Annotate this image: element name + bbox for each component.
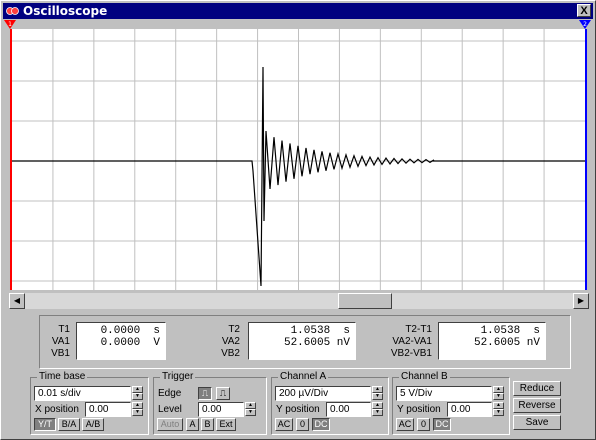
t1-label: T1	[58, 324, 70, 335]
va2-label: VA2	[221, 336, 240, 347]
edge-rising-button[interactable]: ⎍	[198, 387, 212, 400]
channel-b-ypos-label: Y position	[397, 404, 441, 415]
horizontal-scrollbar[interactable]: ◀ ▶	[9, 293, 589, 309]
scroll-left-button[interactable]: ◀	[9, 293, 25, 309]
va2-value: 52.6005 nV	[283, 337, 350, 349]
close-icon: X	[580, 5, 588, 17]
oscilloscope-window: Oscilloscope X 1 2 ◀ ▶ T1 VA1 VB1 0.0000…	[0, 0, 596, 440]
close-button[interactable]: X	[577, 4, 591, 17]
cursor-t1-label: 1	[8, 21, 12, 28]
t1-value: 0.0000 s	[100, 325, 160, 337]
timebase-xpos-field[interactable]: 0.00	[85, 402, 131, 417]
spin-down-icon[interactable]: ▼	[245, 409, 256, 416]
va2-va1-value: 52.6005 nV	[473, 337, 540, 349]
spin-down-icon[interactable]: ▼	[132, 393, 143, 400]
scroll-thumb[interactable]	[338, 293, 392, 309]
t2-value: 1.0538 s	[290, 325, 350, 337]
trigger-edge-label: Edge	[158, 388, 182, 399]
spin-up-icon[interactable]: ▲	[132, 386, 143, 393]
channel-b-scale-spinner[interactable]: ▲ ▼	[493, 386, 504, 401]
channel-a-ypos-label: Y position	[276, 404, 320, 415]
mode-yt-button[interactable]: Y/T	[34, 418, 56, 431]
waveform-plot	[12, 29, 585, 290]
channel-b-group: Channel B 5 V/Div ▲ ▼ Y position 0.00 ▲ ▼ …	[392, 371, 510, 435]
spin-up-icon[interactable]: ▲	[132, 402, 143, 409]
channel-b-ypos-field[interactable]: 0.00	[447, 402, 492, 417]
t2-label: T2	[228, 324, 240, 335]
trigger-auto-button[interactable]: Auto	[157, 418, 183, 431]
channel-b-ypos-spinner[interactable]: ▲ ▼	[493, 402, 504, 417]
timebase-scale-field[interactable]: 0.01 s/div	[34, 386, 131, 401]
vb1-label: VB1	[51, 348, 70, 359]
channel-a-scale-field[interactable]: 200 µV/Div	[275, 386, 371, 401]
channel-a-title: Channel A	[278, 371, 329, 382]
channel-b-scale-field[interactable]: 5 V/Div	[396, 386, 492, 401]
mode-ba-button[interactable]: B/A	[58, 418, 80, 431]
spin-down-icon[interactable]: ▼	[493, 409, 504, 416]
edge-falling-button[interactable]: ⎍	[216, 387, 230, 400]
diff-value-box: 1.0538 s 52.6005 nV	[438, 322, 546, 360]
spin-up-icon[interactable]: ▲	[245, 402, 256, 409]
spin-down-icon[interactable]: ▼	[372, 393, 383, 400]
spin-down-icon[interactable]: ▼	[493, 393, 504, 400]
spin-down-icon[interactable]: ▼	[132, 409, 143, 416]
channel-a-ac-button[interactable]: AC	[275, 418, 293, 431]
channel-a-scale-spinner[interactable]: ▲ ▼	[372, 386, 383, 401]
channel-a-ypos-field[interactable]: 0.00	[326, 402, 371, 417]
va1-label: VA1	[51, 336, 70, 347]
timebase-group: Time base 0.01 s/div ▲ ▼ X position 0.00 …	[30, 371, 149, 435]
mode-ab-button[interactable]: A/B	[82, 418, 104, 431]
arrow-left-icon: ◀	[13, 296, 21, 305]
timebase-xpos-spinner[interactable]: ▲ ▼	[132, 402, 143, 417]
t2-t1-label: T2-T1	[405, 324, 432, 335]
trigger-group: Trigger Edge ⎍ ⎍ Level 0.00 ▲ ▼ Auto A B …	[153, 371, 267, 435]
reverse-button[interactable]: Reverse	[513, 398, 561, 413]
va1-value: 0.0000 V	[100, 337, 160, 349]
vb2-vb1-label: VB2-VB1	[390, 348, 432, 359]
scroll-right-button[interactable]: ▶	[573, 293, 589, 309]
trigger-title: Trigger	[160, 371, 196, 382]
save-button[interactable]: Save	[513, 415, 561, 430]
trigger-level-field[interactable]: 0.00	[198, 402, 244, 417]
timebase-scale-spinner[interactable]: ▲ ▼	[132, 386, 143, 401]
rising-edge-icon: ⎍	[201, 388, 209, 398]
channel-b-zero-button[interactable]: 0	[417, 418, 430, 431]
channel-b-dc-button[interactable]: DC	[433, 418, 451, 431]
trigger-level-label: Level	[158, 404, 182, 415]
t2-t1-value: 1.0538 s	[480, 325, 540, 337]
reduce-button[interactable]: Reduce	[513, 381, 561, 396]
arrow-right-icon: ▶	[577, 296, 585, 305]
channel-b-ac-button[interactable]: AC	[396, 418, 414, 431]
cursor-t2-label: 2	[583, 21, 587, 28]
channel-a-group: Channel A 200 µV/Div ▲ ▼ Y position 0.00 …	[271, 371, 389, 435]
scope-display	[10, 29, 587, 290]
title-bar[interactable]: Oscilloscope X	[3, 3, 593, 19]
trigger-ext-button[interactable]: Ext	[216, 418, 236, 431]
window-title: Oscilloscope	[23, 4, 108, 18]
spin-up-icon[interactable]: ▲	[372, 402, 383, 409]
t1-value-box: 0.0000 s 0.0000 V	[76, 322, 166, 360]
channel-a-dc-button[interactable]: DC	[312, 418, 330, 431]
channel-b-title: Channel B	[399, 371, 450, 382]
spin-down-icon[interactable]: ▼	[372, 409, 383, 416]
vb2-label: VB2	[221, 348, 240, 359]
trigger-level-spinner[interactable]: ▲ ▼	[245, 402, 256, 417]
t2-value-box: 1.0538 s 52.6005 nV	[248, 322, 356, 360]
timebase-title: Time base	[37, 371, 88, 382]
oscilloscope-app-icon	[6, 7, 19, 15]
va2-va1-label: VA2-VA1	[392, 336, 432, 347]
trigger-a-button[interactable]: A	[186, 418, 199, 431]
spin-up-icon[interactable]: ▲	[493, 402, 504, 409]
trigger-b-button[interactable]: B	[201, 418, 214, 431]
spin-up-icon[interactable]: ▲	[372, 386, 383, 393]
cursor-readout-panel: T1 VA1 VB1 0.0000 s 0.0000 V T2 VA2 VB2 …	[39, 315, 571, 369]
timebase-xpos-label: X position	[35, 404, 79, 415]
falling-edge-icon: ⎍	[219, 388, 227, 398]
channel-a-zero-button[interactable]: 0	[296, 418, 309, 431]
spin-up-icon[interactable]: ▲	[493, 386, 504, 393]
channel-a-ypos-spinner[interactable]: ▲ ▼	[372, 402, 383, 417]
